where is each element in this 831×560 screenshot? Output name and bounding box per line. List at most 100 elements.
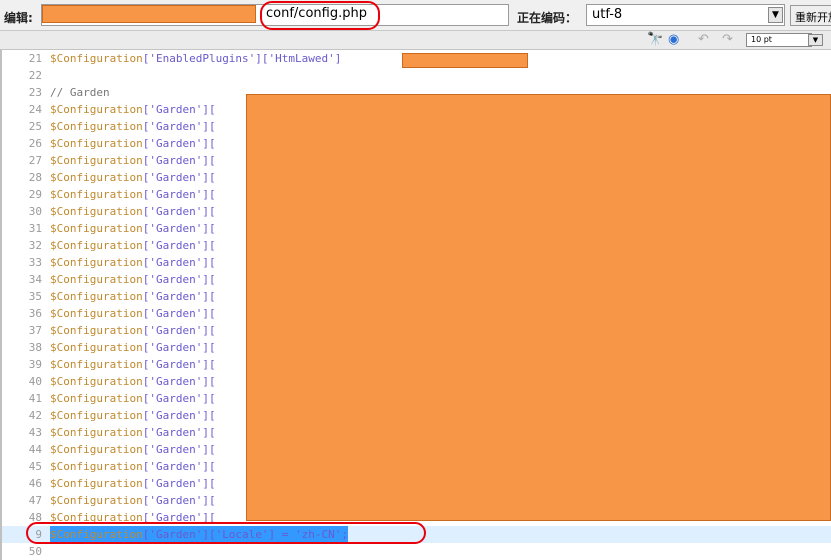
code-text: $Configuration['Garden'][ [50,101,216,118]
code-text: $Configuration['Garden'][ [50,203,216,220]
code-text: $Configuration['Garden'][ [50,356,216,373]
code-string: ['Garden'][ [142,239,216,252]
code-line[interactable]: 22 [2,67,831,84]
binoculars-icon[interactable]: 🔭 [647,33,663,47]
code-text: $Configuration['Garden'][ [50,169,216,186]
code-string: ['Garden'][ [142,358,216,371]
line-number: 27 [28,154,42,167]
code-variable: $Configuration [50,137,143,150]
line-number: 28 [28,171,42,184]
encoding-select[interactable]: utf-8 ▼ [586,4,785,26]
code-string: ['Garden'][ [142,392,216,405]
code-text: $Configuration['Garden'][ [50,492,216,509]
redacted-config-block [246,94,831,521]
code-variable: $Configuration [50,52,143,65]
code-string: ['Garden'][ [142,324,216,337]
line-number: 36 [28,307,42,320]
code-text: $Configuration['Garden'][ [50,135,216,152]
font-size-value: 10 pt [751,35,772,44]
code-variable: $Configuration [50,239,143,252]
code-string: ['Garden'][ [142,409,216,422]
code-string: ['Garden'][ [142,307,216,320]
code-line[interactable]: 50 [2,543,831,560]
line-number: 31 [28,222,42,235]
code-string: ['EnabledPlugins']['HtmLawed'] [142,52,342,65]
line-number: 43 [28,426,42,439]
locale-line-highlight-oval [26,522,426,544]
code-text: $Configuration['EnabledPlugins']['HtmLaw… [50,50,341,67]
chevron-down-icon[interactable]: ▼ [768,7,783,23]
code-variable: $Configuration [50,409,143,422]
redacted-value-block [402,53,528,68]
code-variable: $Configuration [50,392,143,405]
code-string: ['Garden'][ [142,494,216,507]
code-text: $Configuration['Garden'][ [50,288,216,305]
code-string: ['Garden'][ [142,426,216,439]
code-string: ['Garden'][ [142,205,216,218]
code-string: ['Garden'][ [142,103,216,116]
encoding-label: 正在编码： [517,11,578,25]
code-text: // Garden [50,84,110,101]
code-variable: $Configuration [50,477,143,490]
reload-button[interactable]: 重新开放 [790,5,831,26]
code-text: $Configuration['Garden'][ [50,186,216,203]
line-number: 37 [28,324,42,337]
code-string: ['Garden'][ [142,256,216,269]
edit-label: 编辑: [4,11,33,25]
code-variable: $Configuration [50,375,143,388]
code-variable: $Configuration [50,358,143,371]
code-text: $Configuration['Garden'][ [50,407,216,424]
line-number: 32 [28,239,42,252]
line-number: 40 [28,375,42,388]
code-string: ['Garden'][ [142,375,216,388]
code-string: ['Garden'][ [142,137,216,150]
code-text: $Configuration['Garden'][ [50,424,216,441]
path-highlight-oval [260,1,380,30]
line-number: 25 [28,120,42,133]
font-size-chevron-down-icon[interactable]: ▼ [808,34,823,46]
line-number: 41 [28,392,42,405]
code-text: $Configuration['Garden'][ [50,118,216,135]
line-number: 30 [28,205,42,218]
editor-toolbar: 🔭 ◉ ↶ ↷ [0,31,831,50]
line-number: 50 [28,545,42,558]
code-variable: $Configuration [50,205,143,218]
line-number: 46 [28,477,42,490]
line-number: 21 [28,52,42,65]
go-to-icon[interactable]: ◉ [668,33,679,47]
code-text: $Configuration['Garden'][ [50,373,216,390]
line-number: 42 [28,409,42,422]
code-variable: $Configuration [50,103,143,116]
font-size-select[interactable]: 10 pt [746,33,812,47]
line-number: 39 [28,358,42,371]
code-text: $Configuration['Garden'][ [50,339,216,356]
code-text: $Configuration['Garden'][ [50,322,216,339]
redacted-path-block [42,5,256,23]
code-variable: $Configuration [50,460,143,473]
line-number: 26 [28,137,42,150]
line-number: 29 [28,188,42,201]
code-string: ['Garden'][ [142,273,216,286]
code-variable: $Configuration [50,273,143,286]
code-variable: $Configuration [50,426,143,439]
line-number: 47 [28,494,42,507]
code-string: ['Garden'][ [142,222,216,235]
line-number: 24 [28,103,42,116]
code-text: $Configuration['Garden'][ [50,237,216,254]
redo-icon[interactable]: ↷ [722,33,733,47]
line-number: 22 [28,69,42,82]
code-variable: $Configuration [50,324,143,337]
undo-icon[interactable]: ↶ [698,33,709,47]
code-text: $Configuration['Garden'][ [50,458,216,475]
code-variable: $Configuration [50,171,143,184]
code-text: $Configuration['Garden'][ [50,271,216,288]
code-variable: $Configuration [50,341,143,354]
code-string: ['Garden'][ [142,290,216,303]
code-string: ['Garden'][ [142,171,216,184]
code-string: ['Garden'][ [142,120,216,133]
code-variable: $Configuration [50,290,143,303]
code-text: $Configuration['Garden'][ [50,475,216,492]
encoding-value: utf-8 [592,7,623,22]
code-variable: $Configuration [50,443,143,456]
code-text: $Configuration['Garden'][ [50,305,216,322]
